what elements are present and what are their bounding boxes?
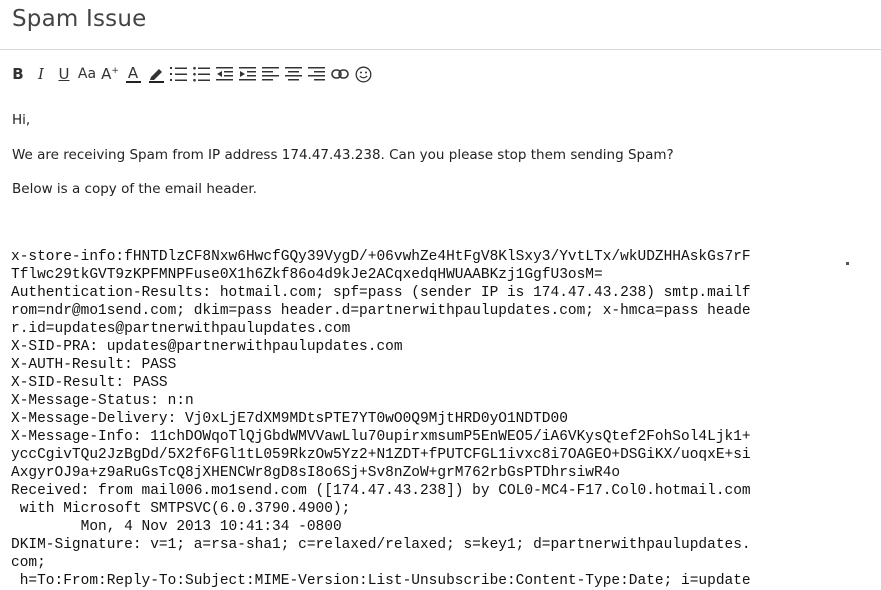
header-line: X-SID-PRA: updates@partnerwithpaulupdate… — [11, 339, 403, 355]
header-line: Tflwc29tkGVT9zKPFMNPFuse0X1h6Zkf86o4d9kJ… — [11, 267, 603, 283]
bulleted-list-button[interactable] — [192, 63, 212, 85]
increase-indent-icon — [239, 67, 256, 81]
align-left-button[interactable] — [261, 63, 281, 85]
header-line: X-AUTH-Result: PASS — [11, 357, 177, 373]
message-subject[interactable]: Spam Issue — [12, 6, 147, 32]
align-center-button[interactable] — [284, 63, 304, 85]
insert-link-button[interactable] — [330, 63, 350, 85]
align-right-button[interactable] — [307, 63, 327, 85]
header-line: rom=ndr@mo1send.com; dkim=pass header.d=… — [11, 303, 751, 319]
email-header-block: x-store-info:fHNTDlzCF8Nxw6HwcfGQy39VygD… — [11, 248, 873, 590]
header-line: with Microsoft SMTPSVC(6.0.3790.4900); — [11, 501, 351, 517]
bold-icon: B — [12, 65, 24, 83]
header-line: X-SID-Result: PASS — [11, 375, 168, 391]
grow-font-letter: A — [101, 65, 112, 83]
bulleted-list-icon — [193, 66, 210, 82]
header-line: yccCgivTQu2JzBgDd/5X2f6FGl1tL059RkzOw5Yz… — [11, 447, 751, 463]
grow-font-icon: A+ — [101, 65, 119, 83]
font-size-button[interactable]: Aa — [77, 63, 97, 85]
header-line: X-Message-Delivery: Vj0xLjE7dXM9MDtsPTE7… — [11, 411, 568, 427]
decrease-indent-button[interactable] — [215, 63, 235, 85]
grow-font-button[interactable]: A+ — [100, 63, 120, 85]
stray-dot — [846, 262, 849, 265]
header-line: com; — [11, 555, 46, 571]
subject-divider — [0, 49, 881, 50]
greeting-text: Hi, — [12, 112, 31, 128]
header-line: Received: from mail006.mo1send.com ([174… — [11, 483, 751, 499]
font-size-icon: Aa — [77, 66, 97, 82]
bold-button[interactable]: B — [8, 63, 28, 85]
underline-icon: U — [58, 65, 70, 83]
numbered-list-icon — [170, 67, 187, 81]
font-color-button[interactable]: A — [123, 63, 143, 85]
format-toolbar: B I U Aa A+ A — [8, 62, 376, 86]
emoji-button[interactable] — [353, 63, 373, 85]
header-line: r.id=updates@partnerwithpaulupdates.com — [11, 321, 351, 337]
increase-indent-button[interactable] — [238, 63, 258, 85]
header-line: DKIM-Signature: v=1; a=rsa-sha1; c=relax… — [11, 537, 751, 553]
message-line-1: We are receiving Spam from IP address 17… — [12, 147, 674, 163]
numbered-list-button[interactable] — [169, 63, 189, 85]
header-line: AxgyrOJ9a+z9aRuGsTcQ8jXHENCWr8gD8sI8o6Sj… — [11, 465, 621, 481]
align-center-icon — [285, 67, 302, 81]
header-line: h=To:From:Reply-To:Subject:MIME-Version:… — [11, 573, 751, 589]
highlight-button[interactable] — [146, 63, 166, 85]
decrease-indent-icon — [216, 67, 233, 81]
highlight-icon — [148, 69, 164, 83]
header-line: X-Message-Info: 11chDOWqoTlQjGbdWMVVawLl… — [11, 429, 751, 445]
align-left-icon — [262, 67, 279, 81]
font-color-letter: A — [127, 63, 139, 82]
italic-button[interactable]: I — [31, 63, 51, 85]
italic-icon: I — [38, 65, 44, 83]
header-line: x-store-info:fHNTDlzCF8Nxw6HwcfGQy39VygD… — [11, 249, 751, 265]
underline-button[interactable]: U — [54, 63, 74, 85]
font-color-icon: A — [125, 63, 141, 83]
smiley-icon — [355, 66, 371, 82]
align-right-icon — [308, 67, 325, 81]
header-line: X-Message-Status: n:n — [11, 393, 194, 409]
message-line-2: Below is a copy of the email header. — [12, 181, 257, 197]
link-icon — [331, 69, 349, 79]
header-line: Mon, 4 Nov 2013 10:41:34 -0800 — [11, 519, 342, 535]
header-line: Authentication-Results: hotmail.com; spf… — [11, 285, 751, 301]
